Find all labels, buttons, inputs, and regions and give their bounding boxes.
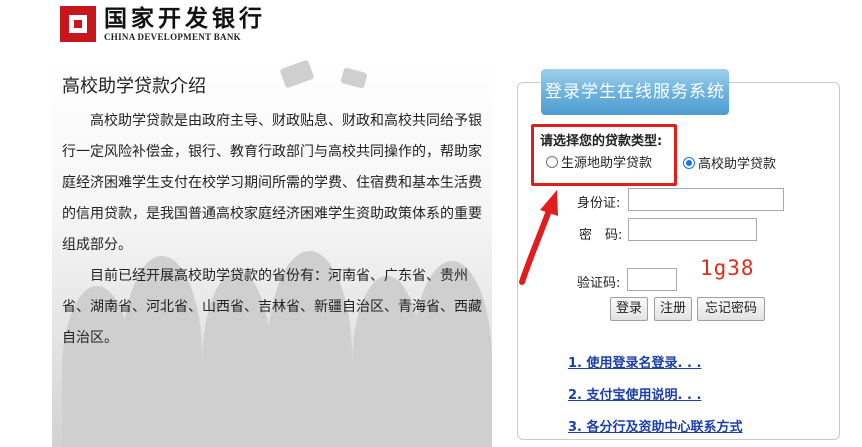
bank-name-en: CHINA DEVELOPMENT BANK xyxy=(104,32,241,42)
id-label: 身份证: xyxy=(577,196,621,211)
intro-paragraph: 目前已经开展高校助学贷款的省份有：河南省、广东省、贵州省、湖南省、河北省、山西省… xyxy=(62,268,482,346)
register-button[interactable]: 注册 xyxy=(654,297,692,321)
intro-paragraph: 高校助学贷款是由政府主导、财政贴息、财政和高校共同给予银行一定风险补偿金，银行、… xyxy=(62,113,482,253)
captcha-label: 验证码: xyxy=(577,276,621,291)
bank-name-cn: 国家开发银行 xyxy=(104,5,266,32)
login-by-username-link[interactable]: 1. 使用登录名登录. . . xyxy=(568,352,701,371)
bank-logo-icon xyxy=(60,6,96,42)
loan-option-label: 高校助学贷款 xyxy=(698,157,777,172)
annotation-arrow-icon xyxy=(519,190,558,285)
branch-contacts-link[interactable]: 3. 各分行及资助中心联系方式 xyxy=(568,416,743,435)
captcha-image[interactable]: 1g38 xyxy=(700,255,760,281)
bank-logo: 国家开发银行 CHINA DEVELOPMENT BANK xyxy=(60,4,266,44)
intro-title: 高校助学贷款介绍 xyxy=(62,76,206,97)
password-label: 密 码: xyxy=(579,228,623,243)
password-input[interactable] xyxy=(628,218,757,241)
alipay-instructions-link[interactable]: 2. 支付宝使用说明. . . xyxy=(568,384,701,403)
radio-university[interactable] xyxy=(683,156,695,169)
id-input[interactable] xyxy=(628,188,784,211)
captcha-input[interactable] xyxy=(627,268,677,291)
login-button[interactable]: 登录 xyxy=(610,297,648,321)
forgot-password-button[interactable]: 忘记密码 xyxy=(697,297,765,321)
loan-type-label: 请选择您的贷款类型: xyxy=(540,134,663,149)
bank-logo-text: 国家开发银行 CHINA DEVELOPMENT BANK xyxy=(104,5,266,43)
loan-option-hometown[interactable]: 生源地助学贷款 xyxy=(546,152,652,171)
login-panel-header: 登录学生在线服务系统 xyxy=(541,69,729,115)
radio-hometown[interactable] xyxy=(546,155,558,168)
loan-option-university[interactable]: 高校助学贷款 xyxy=(683,153,776,172)
intro-text: 高校助学贷款是由政府主导、财政贴息、财政和高校共同给予银行一定风险补偿金，银行、… xyxy=(62,106,486,354)
loan-option-label: 生源地助学贷款 xyxy=(561,156,653,171)
